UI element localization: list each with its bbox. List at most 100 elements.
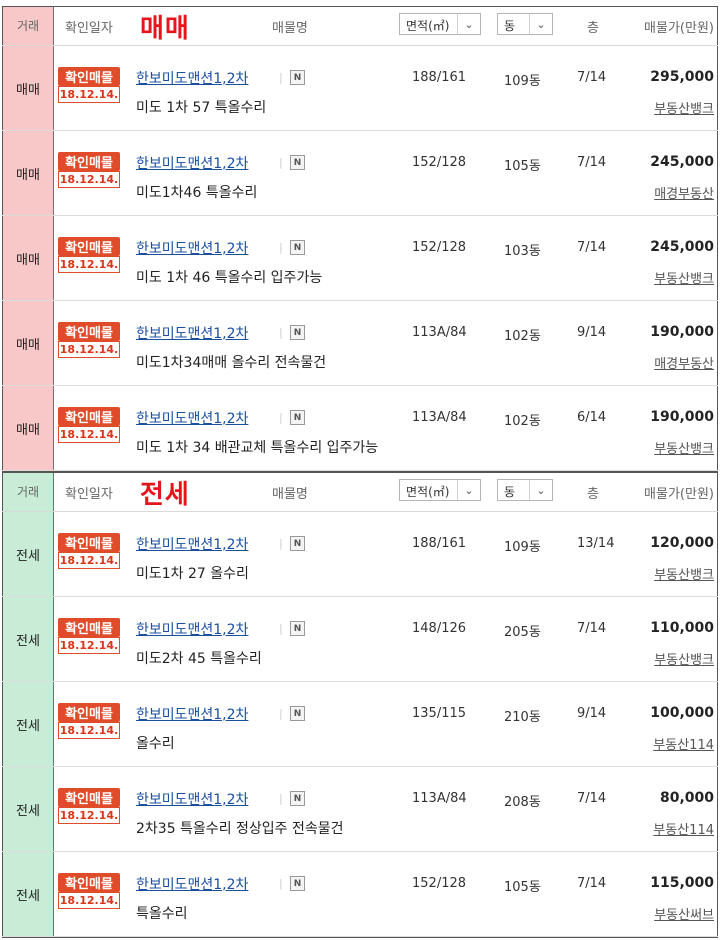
listing-row[interactable]: 매매 확인매물 18.12.14. 한보미도맨션1,2차 | N 미도 1차 46 특올수리… xyxy=(2,216,718,301)
listing-row[interactable]: 전세 확인매물 18.12.14. 한보미도맨션1,2차 | N 미도2차 45 특올수리 1… xyxy=(2,597,718,682)
trade-type-label: 전세 xyxy=(16,548,40,564)
dong-sort-label: 동 xyxy=(504,485,516,499)
verified-badge-label: 확인매물 xyxy=(58,152,120,171)
complex-name-link[interactable]: 한보미도맨션1,2차 xyxy=(136,619,248,639)
listing-description: 2차35 특올수리 정상입주 전속물건 xyxy=(136,821,344,837)
listing-dong: 109동 xyxy=(504,74,541,89)
divider: | xyxy=(279,622,283,635)
listing-price: 190,000 xyxy=(650,409,714,425)
listing-floor: 7/14 xyxy=(577,876,607,891)
listing-area: 113A/84 xyxy=(412,325,467,340)
area-sort-label: 면적(㎡) xyxy=(406,19,450,33)
naver-n-icon[interactable]: N xyxy=(290,706,305,721)
agency-link[interactable]: 부동산뱅크 xyxy=(654,268,714,287)
verified-listing-badge: 확인매물 18.12.14. xyxy=(58,618,120,656)
naver-n-icon[interactable]: N xyxy=(290,876,305,891)
complex-name-link[interactable]: 한보미도맨션1,2차 xyxy=(136,68,248,88)
listing-row[interactable]: 매매 확인매물 18.12.14. 한보미도맨션1,2차 | N 미도1차34매매 올수리 … xyxy=(2,301,718,386)
verified-badge-date: 18.12.14. xyxy=(58,892,120,909)
verified-badge-date: 18.12.14. xyxy=(58,86,120,103)
agency-link[interactable]: 부동산뱅크 xyxy=(654,98,714,117)
naver-n-icon[interactable]: N xyxy=(290,155,305,170)
jeonse-section-title: 전세 xyxy=(140,480,190,510)
verified-badge-label: 확인매물 xyxy=(58,703,120,722)
listing-row[interactable]: 전세 확인매물 18.12.14. 한보미도맨션1,2차 | N 특올수리 152/128 10… xyxy=(2,852,718,937)
agency-link[interactable]: 부동산써브 xyxy=(654,904,714,923)
naver-n-icon[interactable]: N xyxy=(290,240,305,255)
agency-link[interactable]: 매경부동산 xyxy=(654,353,714,372)
dong-sort-select[interactable]: 동 ⌄ xyxy=(497,13,553,35)
listing-price: 100,000 xyxy=(650,705,714,721)
listing-dong: 109동 xyxy=(504,540,541,555)
listing-description: 미도1차 27 올수리 xyxy=(136,566,249,582)
agency-link[interactable]: 부동산114 xyxy=(653,734,714,753)
naver-n-icon[interactable]: N xyxy=(290,70,305,85)
trade-type-label: 매매 xyxy=(16,422,40,438)
header-date: 확인일자 xyxy=(65,487,113,502)
header-name: 매물명 xyxy=(272,21,308,36)
verified-badge-label: 확인매물 xyxy=(58,237,120,256)
complex-name-link[interactable]: 한보미도맨션1,2차 xyxy=(136,153,248,173)
listing-dong: 205동 xyxy=(504,625,541,640)
listing-area: 113A/84 xyxy=(412,791,467,806)
verified-listing-badge: 확인매물 18.12.14. xyxy=(58,703,120,741)
listing-description: 미도 1차 46 특올수리 입주가능 xyxy=(136,270,323,286)
listing-row[interactable]: 전세 확인매물 18.12.14. 한보미도맨션1,2차 | N 올수리 135/115 210… xyxy=(2,682,718,767)
trade-type-label: 전세 xyxy=(16,888,40,904)
listing-area: 152/128 xyxy=(412,876,467,891)
complex-name-link[interactable]: 한보미도맨션1,2차 xyxy=(136,323,248,343)
naver-n-icon[interactable]: N xyxy=(290,791,305,806)
divider: | xyxy=(279,792,283,805)
listing-dong: 105동 xyxy=(504,880,541,895)
verified-badge-label: 확인매물 xyxy=(58,322,120,341)
listing-description: 올수리 xyxy=(136,736,175,752)
agency-link[interactable]: 부동산114 xyxy=(653,819,714,838)
header-floor: 층 xyxy=(587,21,599,36)
area-sort-select[interactable]: 면적(㎡) ⌄ xyxy=(399,479,481,501)
listing-row[interactable]: 매매 확인매물 18.12.14. 한보미도맨션1,2차 | N 미도 1차 57 특올수리… xyxy=(2,46,718,131)
agency-link[interactable]: 부동산뱅크 xyxy=(654,649,714,668)
verified-badge-date: 18.12.14. xyxy=(58,807,120,824)
listing-price: 110,000 xyxy=(650,620,714,636)
complex-name-link[interactable]: 한보미도맨션1,2차 xyxy=(136,408,248,428)
agency-link[interactable]: 매경부동산 xyxy=(654,183,714,202)
listing-floor: 13/14 xyxy=(577,536,615,551)
divider: | xyxy=(279,156,283,169)
naver-n-icon[interactable]: N xyxy=(290,536,305,551)
complex-name-link[interactable]: 한보미도맨션1,2차 xyxy=(136,789,248,809)
naver-n-icon[interactable]: N xyxy=(290,621,305,636)
listing-area: 148/126 xyxy=(412,621,467,636)
listing-description: 미도2차 45 특올수리 xyxy=(136,651,262,667)
complex-name-link[interactable]: 한보미도맨션1,2차 xyxy=(136,534,248,554)
header-price: 매물가(만원) xyxy=(644,487,714,502)
complex-name-link[interactable]: 한보미도맨션1,2차 xyxy=(136,704,248,724)
header-date: 확인일자 xyxy=(65,21,113,36)
listing-row[interactable]: 전세 확인매물 18.12.14. 한보미도맨션1,2차 | N 2차35 특올수리 정상입… xyxy=(2,767,718,852)
listing-row[interactable]: 전세 확인매물 18.12.14. 한보미도맨션1,2차 | N 미도1차 27 올수리 18… xyxy=(2,512,718,597)
area-sort-select[interactable]: 면적(㎡) ⌄ xyxy=(399,13,481,35)
agency-link[interactable]: 부동산뱅크 xyxy=(654,564,714,583)
verified-badge-date: 18.12.14. xyxy=(58,171,120,188)
listing-description: 미도1차46 특올수리 xyxy=(136,185,258,201)
naver-n-icon[interactable]: N xyxy=(290,410,305,425)
listing-dong: 102동 xyxy=(504,329,541,344)
verified-badge-date: 18.12.14. xyxy=(58,426,120,443)
trade-type-label: 매매 xyxy=(16,337,40,353)
chevron-down-icon: ⌄ xyxy=(457,14,480,34)
listing-dong: 102동 xyxy=(504,414,541,429)
verified-badge-label: 확인매물 xyxy=(58,533,120,552)
verified-badge-label: 확인매물 xyxy=(58,788,120,807)
naver-n-icon[interactable]: N xyxy=(290,325,305,340)
agency-link[interactable]: 부동산뱅크 xyxy=(654,438,714,457)
listing-row[interactable]: 매매 확인매물 18.12.14. 한보미도맨션1,2차 | N 미도 1차 34 배관교체… xyxy=(2,386,718,471)
listing-row[interactable]: 매매 확인매물 18.12.14. 한보미도맨션1,2차 | N 미도1차46 특올수리 15… xyxy=(2,131,718,216)
header-floor: 층 xyxy=(587,487,599,502)
divider: | xyxy=(279,411,283,424)
complex-name-link[interactable]: 한보미도맨션1,2차 xyxy=(136,874,248,894)
complex-name-link[interactable]: 한보미도맨션1,2차 xyxy=(136,238,248,258)
listing-description: 특올수리 xyxy=(136,906,188,922)
verified-badge-date: 18.12.14. xyxy=(58,722,120,739)
listing-floor: 9/14 xyxy=(577,706,607,721)
dong-sort-select[interactable]: 동 ⌄ xyxy=(497,479,553,501)
listing-area: 188/161 xyxy=(412,70,467,85)
